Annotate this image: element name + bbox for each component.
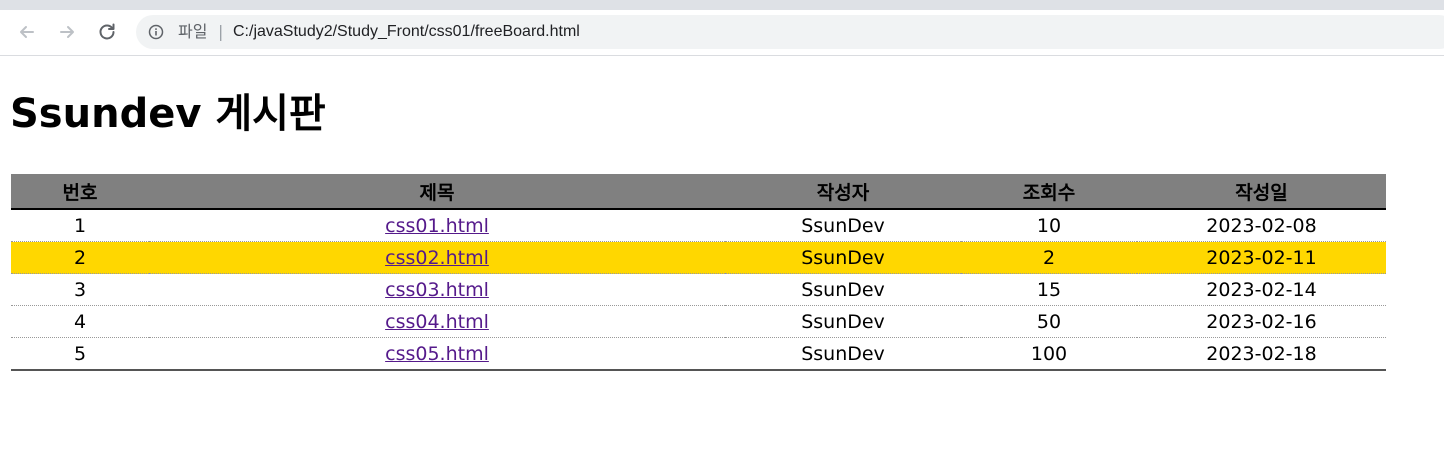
cell-date: 2023-02-16: [1137, 305, 1386, 338]
table-row-highlighted: 2 css02.html SsunDev 2 2023-02-11: [11, 241, 1386, 274]
arrow-left-icon: [20, 26, 34, 38]
cell-title: css04.html: [149, 305, 725, 338]
cell-views: 100: [961, 337, 1137, 371]
post-link[interactable]: css02.html: [385, 247, 489, 269]
post-link[interactable]: css04.html: [385, 311, 489, 333]
header-date: 작성일: [1137, 174, 1386, 210]
arrow-right-icon: [60, 26, 74, 38]
browser-toolbar: 파일 | C:/javaStudy2/Study_Front/css01/fre…: [0, 10, 1444, 56]
cell-number: 4: [11, 305, 149, 338]
scheme-label: 파일: [178, 22, 208, 41]
header-number: 번호: [11, 174, 149, 210]
cell-author: SsunDev: [725, 273, 961, 306]
cell-views: 50: [961, 305, 1137, 338]
post-link[interactable]: css01.html: [385, 215, 489, 237]
cell-author: SsunDev: [725, 209, 961, 242]
header-title: 제목: [149, 174, 725, 210]
cell-number: 5: [11, 337, 149, 371]
reload-icon: [99, 23, 115, 40]
page-content: Ssundev 게시판 번호 제목 작성자 조회수 작성일 1 css01.ht…: [0, 56, 1444, 462]
header-row: 번호 제목 작성자 조회수 작성일: [11, 174, 1386, 210]
page-title: Ssundev 게시판: [10, 91, 326, 137]
table-row: 3 css03.html SsunDev 15 2023-02-14: [11, 273, 1386, 306]
cell-views: 10: [961, 209, 1137, 242]
header-author: 작성자: [725, 174, 961, 210]
post-link[interactable]: css03.html: [385, 279, 489, 301]
cell-date: 2023-02-08: [1137, 209, 1386, 242]
table-row: 1 css01.html SsunDev 10 2023-02-08: [11, 209, 1386, 242]
header-views: 조회수: [961, 174, 1137, 210]
cell-date: 2023-02-18: [1137, 337, 1386, 371]
back-button[interactable]: [13, 18, 41, 46]
table-row: 5 css05.html SsunDev 100 2023-02-18: [11, 337, 1386, 371]
forward-button[interactable]: [53, 18, 81, 46]
cell-number: 2: [11, 241, 149, 274]
cell-title: css03.html: [149, 273, 725, 306]
cell-date: 2023-02-14: [1137, 273, 1386, 306]
reload-button[interactable]: [93, 18, 121, 46]
post-link[interactable]: css05.html: [385, 343, 489, 365]
cell-views: 15: [961, 273, 1137, 306]
cell-title: css01.html: [149, 209, 725, 242]
cell-number: 1: [11, 209, 149, 242]
address-bar[interactable]: 파일 | C:/javaStudy2/Study_Front/css01/fre…: [136, 15, 1444, 49]
info-icon[interactable]: [148, 24, 164, 40]
url-text[interactable]: C:/javaStudy2/Study_Front/css01/freeBoar…: [233, 22, 580, 42]
board-table: 번호 제목 작성자 조회수 작성일 1 css01.html SsunDev 1…: [11, 174, 1386, 371]
cell-title: css02.html: [149, 241, 725, 274]
cell-date: 2023-02-11: [1137, 241, 1386, 274]
cell-views: 2: [961, 241, 1137, 274]
url-separator: |: [218, 22, 224, 41]
cell-author: SsunDev: [725, 241, 961, 274]
cell-number: 3: [11, 273, 149, 306]
cell-author: SsunDev: [725, 305, 961, 338]
table-row: 4 css04.html SsunDev 50 2023-02-16: [11, 305, 1386, 338]
cell-title: css05.html: [149, 337, 725, 371]
cell-author: SsunDev: [725, 337, 961, 371]
tab-strip: [0, 0, 1444, 10]
